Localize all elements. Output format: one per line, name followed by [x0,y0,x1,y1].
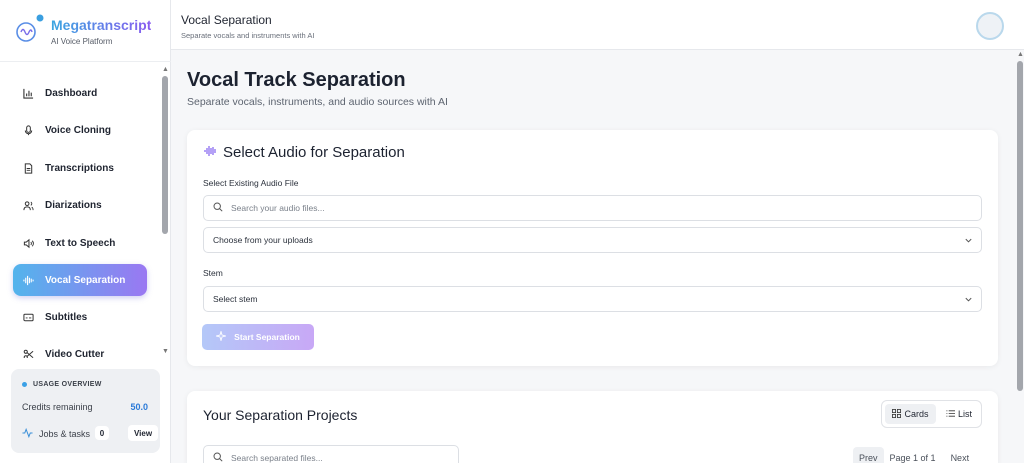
header-subtitle: Separate vocals and instruments with AI [181,31,315,40]
jobs-label-row: Jobs & tasks [22,427,91,440]
sidebar-item-label: Text to Speech [45,237,116,249]
sidebar-item-subtitles[interactable]: Subtitles [13,301,147,333]
projects-search-input[interactable] [231,453,451,463]
scroll-down-icon[interactable]: ▼ [162,348,169,355]
file-label: Select Existing Audio File [203,178,299,188]
main-scrollbar[interactable]: ▲ [1016,51,1024,463]
sidebar-item-label: Vocal Separation [45,274,126,286]
sidebar-item-vocal-separation[interactable]: Vocal Separation [13,264,147,296]
list-view-button[interactable]: List [938,404,980,424]
waveform-icon [204,144,217,161]
page-title: Vocal Track Separation [187,69,406,91]
uploads-select[interactable]: Choose from your uploads [203,227,982,253]
chart-icon [22,87,34,99]
sidebar-item-video-cutter[interactable]: Video Cutter [13,338,147,358]
list-view-label: List [957,409,972,419]
sidebar-item-voice-cloning[interactable]: Voice Cloning [13,114,147,146]
logo-icon [16,14,44,42]
next-page-button[interactable]: Next [946,447,975,463]
sidebar-nav: Dashboard Voice Cloning Transcriptions D… [0,72,160,358]
stem-label: Stem [203,268,223,278]
cards-view-label: Cards [904,409,929,419]
avatar[interactable] [976,12,1004,40]
sidebar-item-label: Diarizations [45,199,102,211]
header-title: Vocal Separation [181,13,272,27]
jobs-label: Jobs & tasks [39,429,91,439]
select-audio-card: Select Audio for Separation Select Exist… [187,130,998,366]
waveform-icon [22,274,34,286]
prev-page-button[interactable]: Prev [853,447,884,463]
sidebar-item-label: Video Cutter [45,348,105,359]
scissors-icon [22,348,34,358]
list-icon [946,409,955,420]
brand-header: Megatranscript AI Voice Platform [0,0,171,62]
search-icon [213,449,223,463]
projects-title: Your Separation Projects [203,407,358,423]
scroll-up-icon[interactable]: ▲ [162,66,169,73]
usage-heading: USAGE OVERVIEW [22,381,102,388]
chevron-down-icon [964,236,973,247]
sidebar-item-diarizations[interactable]: Diarizations [13,189,147,221]
users-icon [22,199,34,211]
activity-icon [22,427,33,440]
pagination: Prev Page 1 of 1 Next [853,446,974,463]
brand-tagline: AI Voice Platform [51,37,113,46]
top-header: Vocal Separation Separate vocals and ins… [171,0,1024,50]
usage-overview-panel: USAGE OVERVIEW Credits remaining 50.0 Jo… [11,369,160,453]
credits-value: 50.0 [130,402,148,412]
projects-card: Your Separation Projects Cards List Prev… [187,391,998,463]
sidebar-item-label: Transcriptions [45,162,114,174]
subtitles-icon [22,311,34,323]
stem-select-value: Select stem [213,294,258,304]
document-icon [22,162,34,174]
select-audio-heading: Select Audio for Separation [204,144,405,161]
sidebar-item-label: Subtitles [45,311,88,323]
sidebar-item-transcriptions[interactable]: Transcriptions [13,152,147,184]
usage-heading-label: USAGE OVERVIEW [33,381,102,388]
sidebar-scrollbar[interactable]: ▲ ▼ [161,66,169,358]
page-subtitle: Separate vocals, instruments, and audio … [187,96,448,108]
view-toggle: Cards List [881,400,982,428]
search-icon [213,202,223,214]
start-separation-label: Start Separation [234,332,300,342]
sidebar-item-label: Dashboard [45,87,98,99]
audio-search-field[interactable] [203,195,982,221]
cards-view-button[interactable]: Cards [885,404,936,424]
scrollbar-thumb[interactable] [1017,61,1023,391]
sidebar-item-dashboard[interactable]: Dashboard [13,77,147,109]
sparkle-icon [215,329,228,343]
credits-label: Credits remaining [22,402,93,412]
sidebar-item-label: Voice Cloning [45,124,111,136]
chevron-down-icon [964,295,973,306]
grid-icon [892,408,902,420]
speaker-icon [22,237,34,249]
sidebar: Megatranscript AI Voice Platform Dashboa… [0,0,171,463]
view-jobs-button[interactable]: View [128,425,158,441]
start-separation-button[interactable]: Start Separation [202,324,314,350]
brand-name[interactable]: Megatranscript [51,17,151,33]
projects-search-field[interactable] [203,445,459,463]
mic-icon [22,124,34,136]
scrollbar-thumb[interactable] [162,76,168,234]
stem-select[interactable]: Select stem [203,286,982,312]
main-content: Vocal Track Separation Separate vocals, … [171,51,1024,463]
audio-search-input[interactable] [231,203,931,213]
select-audio-title: Select Audio for Separation [223,144,405,161]
sidebar-item-text-to-speech[interactable]: Text to Speech [13,227,147,259]
uploads-select-value: Choose from your uploads [213,235,313,245]
scroll-up-icon[interactable]: ▲ [1017,51,1024,58]
jobs-count-badge: 0 [95,426,109,440]
page-info: Page 1 of 1 [889,453,936,463]
status-dot-icon [22,382,27,387]
